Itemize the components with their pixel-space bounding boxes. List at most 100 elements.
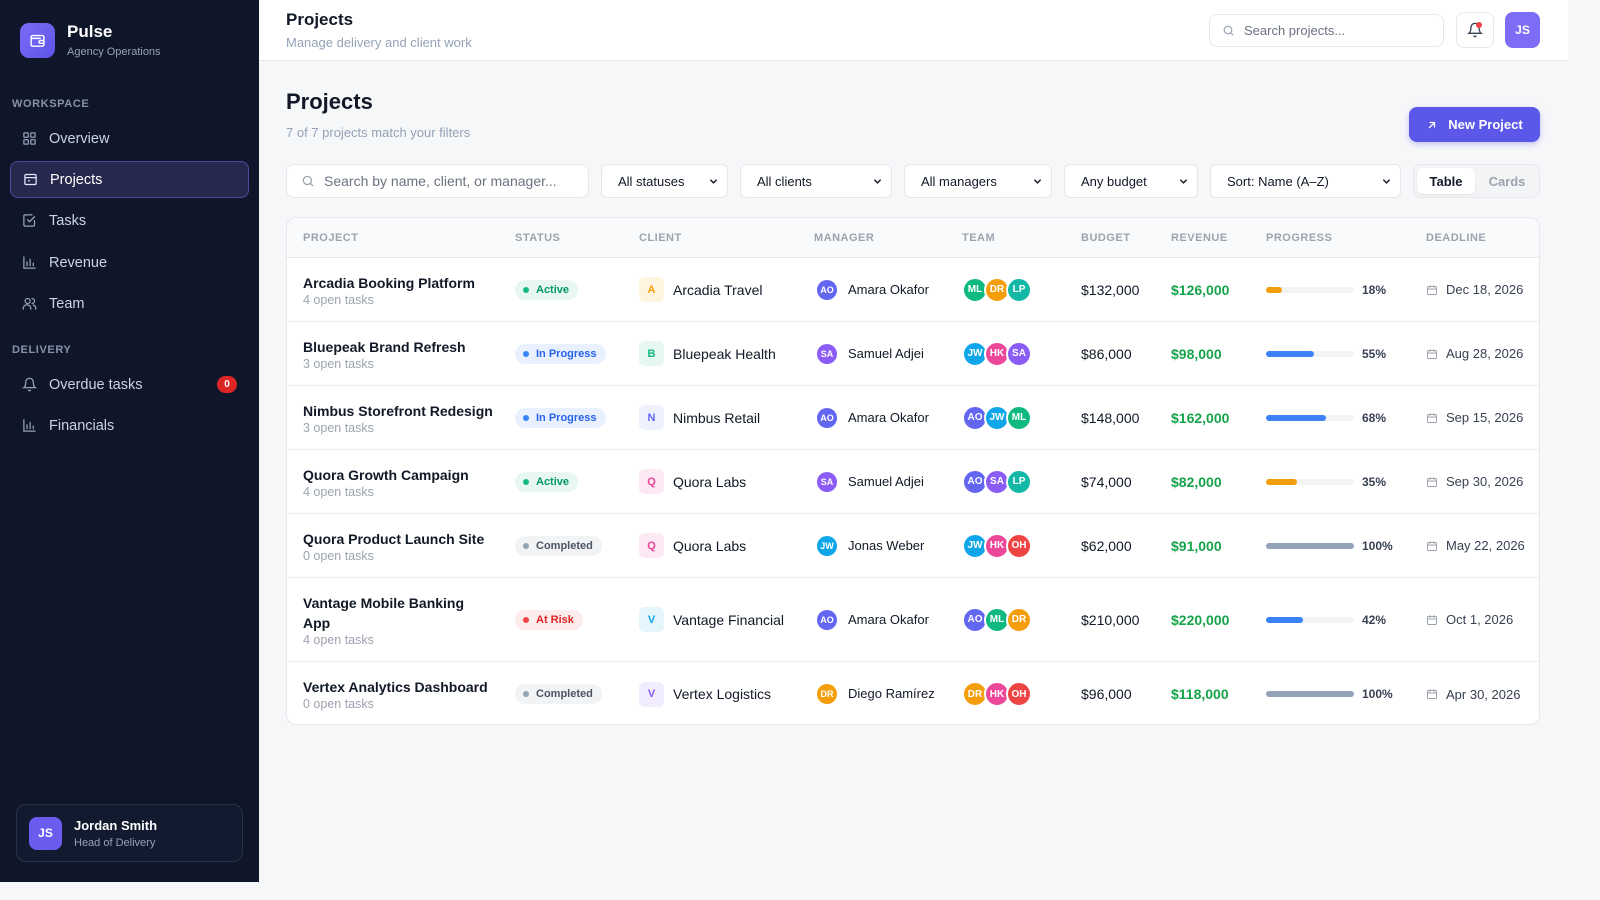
status-badge: Completed xyxy=(515,535,602,556)
client-filter-select[interactable]: All clients xyxy=(740,164,892,198)
column-header-budget[interactable]: BUDGET xyxy=(1081,232,1130,244)
budget-filter-value: Any budget xyxy=(1081,173,1147,189)
column-header-revenue[interactable]: REVENUE xyxy=(1171,232,1228,244)
progress-bar xyxy=(1266,478,1354,485)
column-header-deadline[interactable]: DEADLINE xyxy=(1426,232,1486,244)
status-badge: At Risk xyxy=(515,609,583,630)
table-row[interactable]: Vertex Analytics Dashboard 0 open tasks … xyxy=(287,662,1539,724)
table-row[interactable]: Quora Product Launch Site 0 open tasks C… xyxy=(287,514,1539,578)
revenue-cell: $162,000 xyxy=(1171,386,1229,449)
view-toggle-cards[interactable]: Cards xyxy=(1477,168,1537,194)
team-member-avatar[interactable]: LP xyxy=(1006,276,1032,303)
status-label: Completed xyxy=(536,688,593,700)
search-icon xyxy=(302,175,314,187)
avatar: JW xyxy=(817,535,837,556)
project-name[interactable]: Quora Product Launch Site xyxy=(303,529,484,549)
column-header-status[interactable]: STATUS xyxy=(515,232,560,244)
client-name: Vantage Financial xyxy=(673,611,785,628)
budget-value: $96,000 xyxy=(1081,686,1132,702)
project-name[interactable]: Vertex Analytics Dashboard xyxy=(303,677,488,697)
header-search-input[interactable]: Search projects... xyxy=(1209,14,1444,47)
new-project-button[interactable]: New Project xyxy=(1409,107,1540,142)
budget-filter-select[interactable]: Any budget xyxy=(1064,164,1198,198)
manager-filter-select[interactable]: All managers xyxy=(904,164,1052,198)
folder-icon xyxy=(24,173,37,186)
view-toggle-table[interactable]: Table xyxy=(1417,168,1475,194)
project-name[interactable]: Bluepeak Brand Refresh xyxy=(303,337,466,357)
column-header-project[interactable]: PROJECT xyxy=(303,232,358,244)
column-header-team[interactable]: TEAM xyxy=(962,232,995,244)
column-header-client[interactable]: CLIENT xyxy=(639,232,682,244)
sidebar-item-overdue-tasks[interactable]: Overdue tasks 0 xyxy=(10,366,249,403)
budget-value: $148,000 xyxy=(1081,409,1140,426)
deadline-date: May 22, 2026 xyxy=(1446,538,1525,553)
budget-value: $74,000 xyxy=(1081,473,1132,490)
manager-name: Amara Okafor xyxy=(848,281,929,297)
progress-percent: 100% xyxy=(1362,538,1393,553)
team-member-avatar[interactable]: OH xyxy=(1006,532,1032,559)
revenue-value: $220,000 xyxy=(1171,611,1230,628)
progress-percent: 68% xyxy=(1362,410,1387,425)
header-title: Projects xyxy=(286,10,354,29)
manager-cell: AO Amara Okafor xyxy=(817,258,947,321)
sidebar-item-label: Tasks xyxy=(49,212,87,229)
budget-value: $62,000 xyxy=(1081,537,1132,554)
status-cell: Active xyxy=(515,450,579,513)
status-filter-select[interactable]: All statuses xyxy=(601,164,728,198)
page-title: Projects xyxy=(286,89,373,114)
team-member-avatar[interactable]: ML xyxy=(1006,404,1032,431)
bell-icon xyxy=(22,377,37,392)
project-search-placeholder: Search by name, client, or manager... xyxy=(324,173,557,189)
team-member-avatar[interactable]: DR xyxy=(1006,606,1032,633)
budget-cell: $96,000 xyxy=(1081,662,1132,724)
sidebar-item-overview[interactable]: Overview xyxy=(10,120,249,157)
team-member-avatar[interactable]: OH xyxy=(1006,681,1032,707)
open-tasks-count: 4 open tasks xyxy=(303,292,374,307)
table-row[interactable]: Arcadia Booking Platform 4 open tasks Ac… xyxy=(287,258,1539,322)
status-label: Completed xyxy=(536,539,593,552)
team-member-avatar[interactable]: SA xyxy=(1006,340,1032,367)
project-name[interactable]: Nimbus Storefront Redesign xyxy=(303,401,493,421)
sidebar-item-team[interactable]: Team xyxy=(10,285,249,322)
sort-select[interactable]: Sort: Name (A–Z) xyxy=(1210,164,1401,198)
progress-bar xyxy=(1266,286,1354,293)
table-row[interactable]: Nimbus Storefront Redesign 3 open tasks … xyxy=(287,386,1539,450)
sidebar-item-revenue[interactable]: Revenue xyxy=(10,244,249,281)
manager-name: Samuel Adjei xyxy=(848,473,924,489)
sidebar-item-financials[interactable]: Financials xyxy=(10,407,249,444)
notifications-button[interactable] xyxy=(1456,12,1494,48)
brand[interactable]: Pulse Agency Operations xyxy=(20,23,161,58)
status-cell: Completed xyxy=(515,662,602,724)
budget-cell: $86,000 xyxy=(1081,322,1132,385)
progress-percent: 18% xyxy=(1362,282,1387,297)
project-cell: Quora Growth Campaign 4 open tasks xyxy=(303,450,493,513)
revenue-cell: $126,000 xyxy=(1171,258,1229,321)
table-row[interactable]: Bluepeak Brand Refresh 3 open tasks In P… xyxy=(287,322,1539,386)
project-name[interactable]: Arcadia Booking Platform xyxy=(303,273,475,293)
project-name[interactable]: Vantage Mobile Banking App xyxy=(303,593,493,633)
sidebar-item-tasks[interactable]: Tasks xyxy=(10,202,249,239)
user-name: Jordan Smith xyxy=(74,817,158,833)
project-cell: Vertex Analytics Dashboard 0 open tasks xyxy=(303,662,493,724)
status-cell: At Risk xyxy=(515,578,583,661)
client-name: Bluepeak Health xyxy=(673,345,776,362)
client-cell: B Bluepeak Health xyxy=(639,322,799,385)
project-search-input[interactable]: Search by name, client, or manager... xyxy=(286,164,589,198)
column-header-progress[interactable]: PROGRESS xyxy=(1266,232,1332,244)
sidebar-item-projects[interactable]: Projects xyxy=(10,161,249,198)
avatar: DR xyxy=(817,684,837,704)
table-row[interactable]: Vantage Mobile Banking App 4 open tasks … xyxy=(287,578,1539,662)
client-cell: V Vantage Financial xyxy=(639,578,799,661)
user-profile-card[interactable]: JS Jordan Smith Head of Delivery xyxy=(16,804,243,862)
manager-cell: DR Diego Ramírez xyxy=(817,662,947,724)
table-row[interactable]: Quora Growth Campaign 4 open tasks Activ… xyxy=(287,450,1539,514)
users-icon xyxy=(22,297,37,310)
team-avatars: ML DR LP xyxy=(962,258,1032,321)
project-name[interactable]: Quora Growth Campaign xyxy=(303,465,469,485)
manager-filter-value: All managers xyxy=(921,173,997,189)
avatar[interactable]: JS xyxy=(1505,12,1540,48)
column-header-manager[interactable]: MANAGER xyxy=(814,232,874,244)
team-member-avatar[interactable]: LP xyxy=(1006,468,1032,495)
project-cell: Quora Product Launch Site 0 open tasks xyxy=(303,514,493,577)
client-logo: Q xyxy=(639,533,664,558)
